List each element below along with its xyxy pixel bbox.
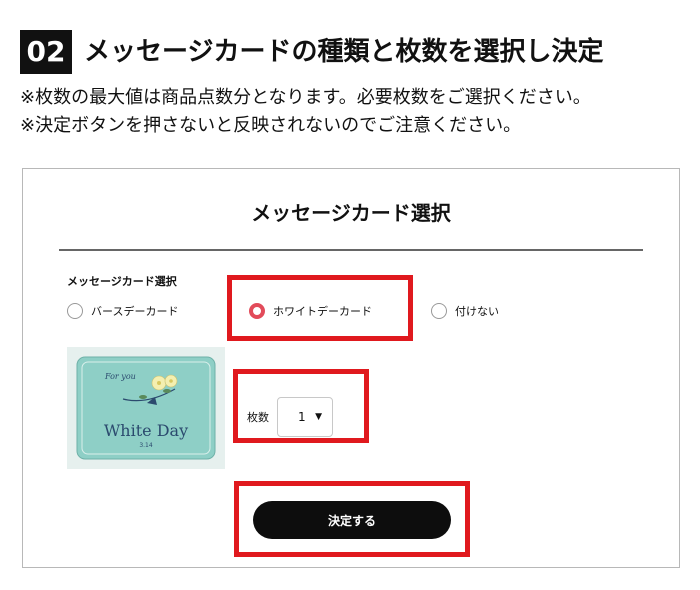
radio-circle	[431, 303, 447, 319]
note-max-quantity: ※枚数の最大値は商品点数分となります。必要枚数をご選択ください。	[20, 87, 591, 108]
step-title: メッセージカードの種類と枚数を選択し決定	[84, 37, 604, 67]
highlight-box-quantity	[233, 369, 369, 443]
card-date-text: 3.14	[139, 442, 153, 449]
message-card-panel: メッセージカード選択 メッセージカード選択 バースデーカード ホワイトデーカード…	[22, 168, 680, 568]
step-number-badge: 02	[20, 30, 72, 74]
panel-title: メッセージカード選択	[251, 201, 451, 225]
card-script-text: For you	[104, 372, 136, 381]
card-type-label: メッセージカード選択	[67, 275, 177, 288]
radio-label: 付けない	[455, 305, 499, 318]
note-press-confirm: ※決定ボタンを押さないと反映されないのでご注意ください。	[20, 115, 522, 136]
white-day-card-image: For you White Day 3.14	[67, 347, 225, 469]
card-title-text: White Day	[104, 421, 188, 440]
radio-birthday-card[interactable]: バースデーカード	[67, 300, 178, 322]
radio-circle	[67, 303, 83, 319]
highlight-box-confirm	[234, 481, 470, 557]
radio-no-card[interactable]: 付けない	[431, 300, 499, 322]
highlight-box-card-option	[227, 275, 413, 341]
radio-label: バースデーカード	[91, 305, 179, 318]
panel-divider	[59, 249, 643, 251]
